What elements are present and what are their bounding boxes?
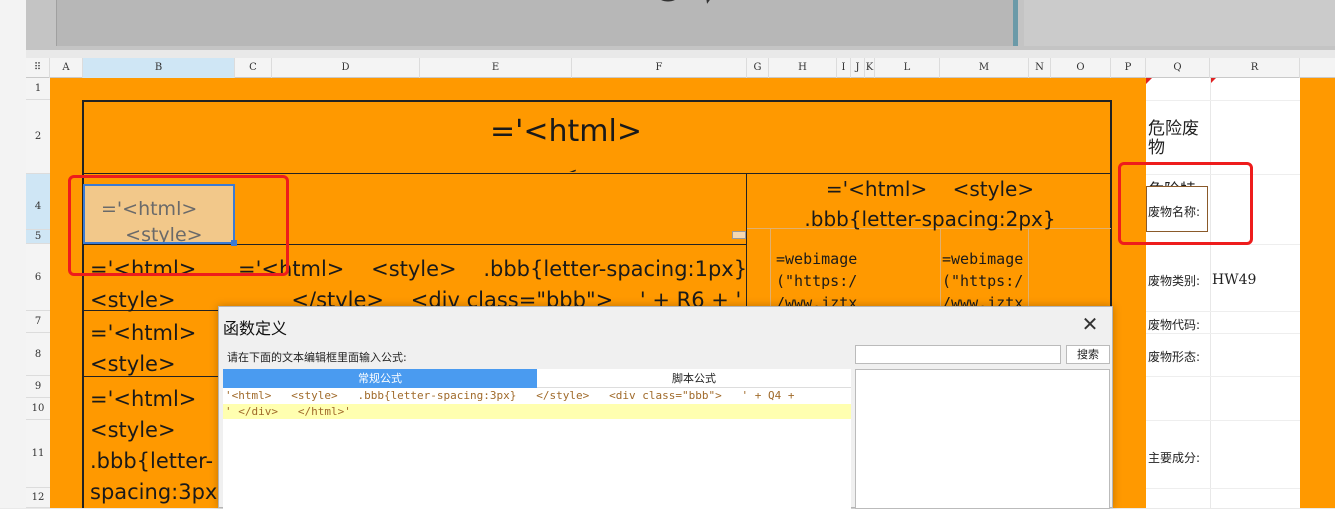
select-all-icon[interactable]: ⠿ (26, 58, 50, 78)
tab-script-formula[interactable]: 脚本公式 (537, 369, 851, 388)
row-divider (1146, 100, 1300, 101)
function-list-panel[interactable] (855, 369, 1110, 509)
cell-h6[interactable]: =webimage ("https:/ /www.jztx (776, 248, 857, 308)
link-pen-icon (650, 0, 730, 16)
column-header-k[interactable]: K (865, 58, 875, 78)
cell-b2-overflow: < (564, 164, 577, 172)
row-header-9[interactable]: 9 (26, 376, 50, 398)
row-header-5[interactable]: 5 (26, 230, 50, 244)
formula-editor[interactable]: '<html> <style> .bbb{letter-spacing:3px}… (223, 388, 851, 509)
column-header-p[interactable]: P (1111, 58, 1146, 78)
cell-b7[interactable]: ='<html> <style> (90, 318, 196, 380)
cell-b9[interactable]: ='<html> <style> .bbb{letter- spacing:3p… (90, 384, 217, 508)
column-header-j[interactable]: J (851, 58, 865, 78)
column-header-l[interactable]: L (875, 58, 940, 78)
search-button[interactable]: 搜索 (1066, 345, 1110, 364)
column-header-c[interactable]: C (235, 58, 272, 78)
right-form-area: 危险废 物 危险特 废物名称: 废物类别: HW49 废物代码: 废物形态: 主… (1146, 78, 1300, 508)
column-header-o[interactable]: O (1051, 58, 1111, 78)
cell-q8[interactable]: 废物形态: (1148, 348, 1200, 365)
cell-q2[interactable]: 危险废 物 (1148, 120, 1199, 158)
column-header-h[interactable]: H (769, 58, 837, 78)
column-header-i[interactable]: I (837, 58, 851, 78)
row-header-11[interactable]: 11 (26, 420, 50, 488)
dialog-instruction: 请在下面的文本编辑框里面输入公式: (227, 351, 407, 364)
row-header-10[interactable]: 10 (26, 398, 50, 420)
cell-r6[interactable]: HW49 (1212, 272, 1256, 288)
border-left (82, 100, 84, 508)
search-input[interactable] (855, 345, 1061, 364)
column-header-g[interactable]: G (747, 58, 769, 78)
formula-line-1: '<html> <style> .bbb{letter-spacing:3px}… (225, 389, 795, 402)
row-header-4[interactable]: 4 (26, 174, 50, 230)
close-icon[interactable]: ✕ (1077, 311, 1103, 337)
function-definition-dialog[interactable]: 函数定义 ✕ 请在下面的文本编辑框里面输入公式: 搜索 常规公式 脚本公式 '<… (218, 306, 1113, 509)
cell-comment-marker[interactable] (732, 231, 746, 239)
cell-b2[interactable]: ='<html> (490, 114, 642, 149)
column-header-m[interactable]: M (940, 58, 1029, 78)
column-header-r[interactable]: R (1210, 58, 1300, 78)
row-header-6[interactable]: 6 (26, 244, 50, 311)
right-orange-strip (1300, 78, 1335, 508)
row-header-1[interactable]: 1 (26, 78, 50, 100)
column-header-f[interactable]: F (572, 58, 747, 78)
row-header-12[interactable]: 12 (26, 488, 50, 508)
cell-q11[interactable]: 主要成分: (1148, 449, 1200, 466)
row-header-8[interactable]: 8 (26, 333, 50, 376)
row-header-7[interactable]: 7 (26, 311, 50, 333)
cell-q6[interactable]: 废物类别: (1148, 272, 1200, 289)
formula-line-2: ' </div> </html>' (225, 405, 351, 418)
column-header-bar: ⠿ A B C D E F G H I J K L M N O P Q R (26, 58, 1335, 78)
column-header-q[interactable]: Q (1146, 58, 1210, 78)
row-divider (1146, 488, 1300, 489)
row-divider (1146, 420, 1300, 421)
cell-c6[interactable]: ='<html> <style> .bbb{letter-spacing:1px… (238, 254, 747, 310)
column-header-b[interactable]: B (83, 58, 235, 78)
preview-side-panel (1024, 0, 1335, 46)
cell-g4[interactable]: ='<html> <style> .bbb{letter-spacing:2px… (750, 174, 1110, 234)
column-header-d[interactable]: D (272, 58, 420, 78)
comment-triangle-icon (1146, 78, 1152, 84)
column-header-e[interactable]: E (420, 58, 572, 78)
row-header-2[interactable]: 2 (26, 100, 50, 174)
annotation-box-q4 (1118, 162, 1253, 245)
tab-normal-formula[interactable]: 常规公式 (223, 369, 537, 388)
column-header-a[interactable]: A (50, 58, 83, 78)
cell-q7[interactable]: 废物代码: (1148, 316, 1200, 333)
border-top (82, 100, 1112, 102)
col-divider (1210, 78, 1211, 508)
column-header-n[interactable]: N (1029, 58, 1051, 78)
row-divider (1146, 376, 1300, 377)
annotation-box-b4 (68, 175, 289, 276)
cell-m6[interactable]: =webimage ("https:/ /www.jztx (942, 248, 1023, 308)
row-divider (1146, 333, 1300, 334)
preview-canvas (56, 0, 1018, 46)
row-divider (1146, 311, 1300, 312)
dialog-title: 函数定义 (223, 319, 288, 338)
left-gutter (0, 0, 26, 508)
